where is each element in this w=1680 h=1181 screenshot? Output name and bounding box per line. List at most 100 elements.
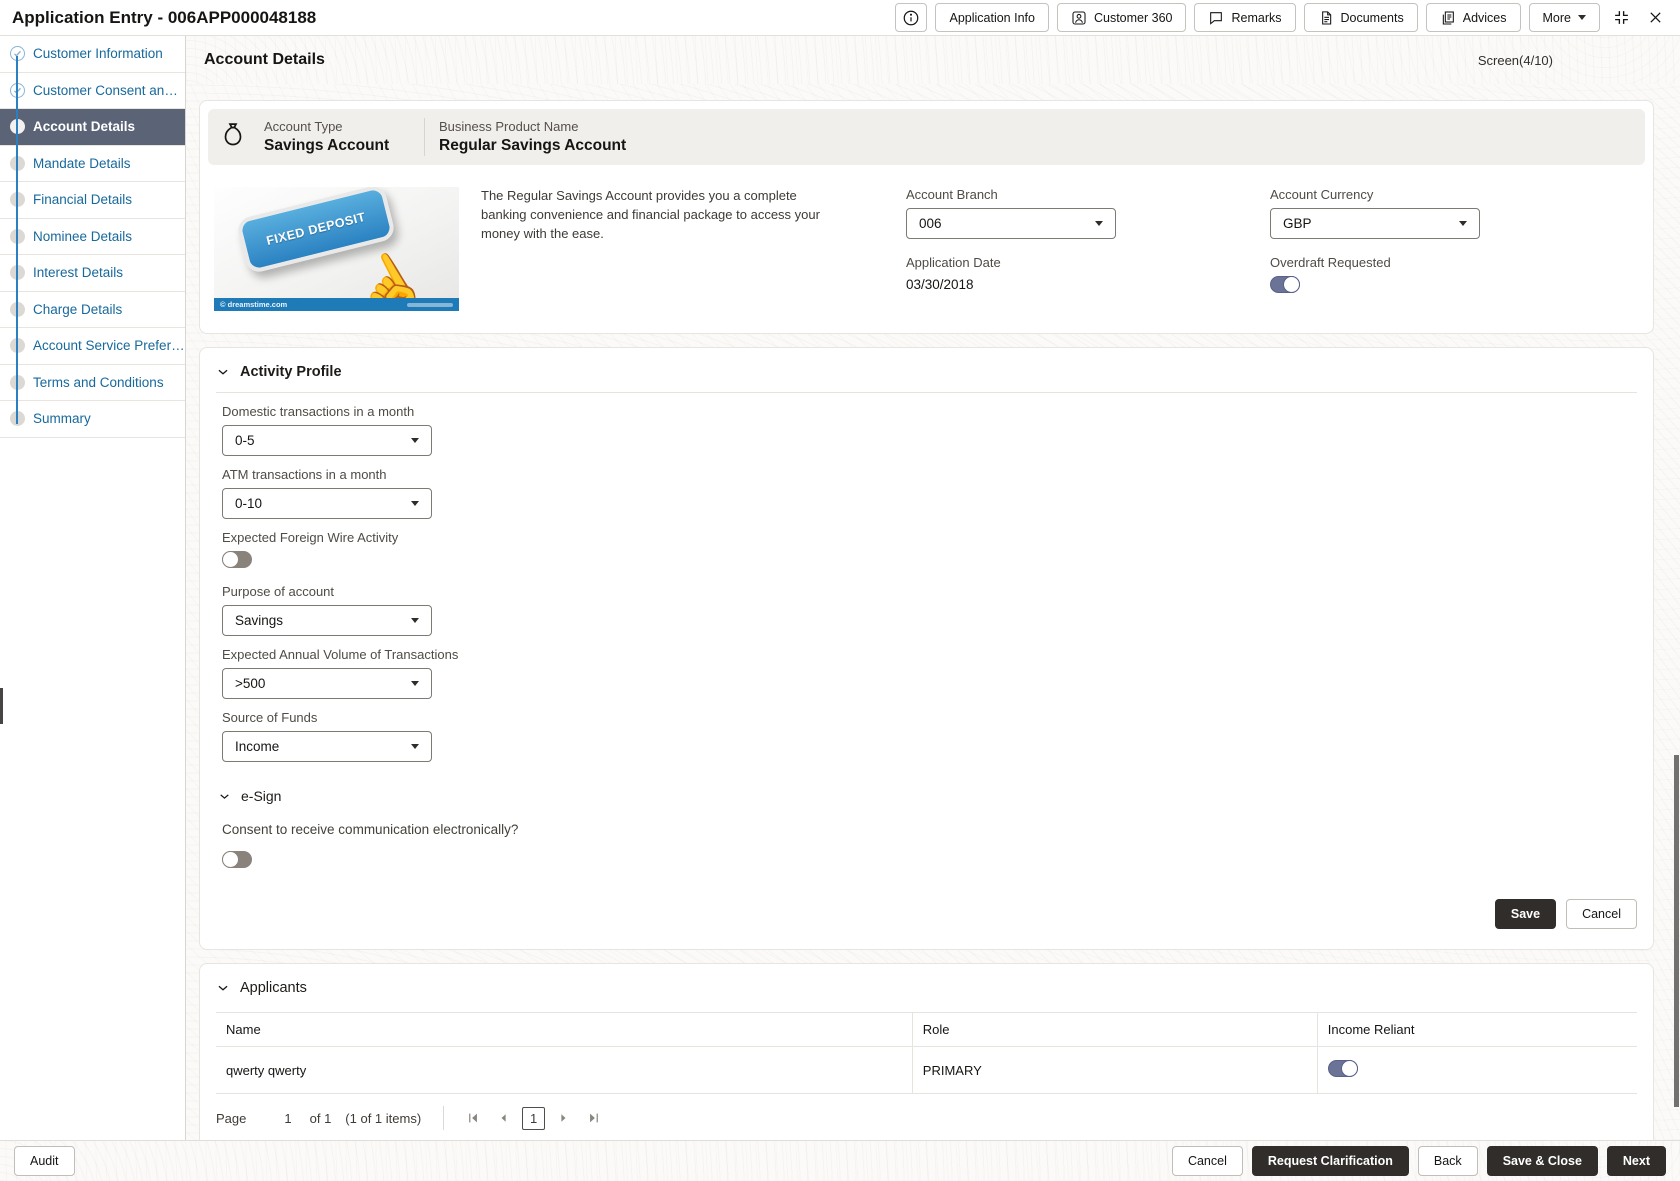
atm-transactions-label: ATM transactions in a month [222,467,387,482]
footer-cancel-button[interactable]: Cancel [1171,1146,1243,1176]
table-header-row: Name Role Income Reliant [216,1012,1637,1047]
customer-360-button[interactable]: Customer 360 [1056,3,1187,32]
request-clarification-button[interactable]: Request Clarification [1251,1146,1409,1176]
advices-label: Advices [1462,10,1507,25]
sidebar-item-summary[interactable]: Summary [0,401,185,438]
annual-volume-select[interactable]: >500 [222,668,432,699]
chevron-down-icon [218,790,231,803]
domestic-transactions-select[interactable]: 0-5 [222,425,432,456]
sidebar-item-customer-information[interactable]: Customer Information [0,36,185,73]
sidebar-scrollbar-thumb[interactable] [0,688,3,724]
sidebar-item-charge-details[interactable]: Charge Details [0,292,185,328]
page-title: Account Details [204,51,325,68]
column-header-role: Role [912,1012,1318,1047]
documents-button[interactable]: Documents [1303,3,1418,32]
application-info-button[interactable]: Application Info [935,3,1049,32]
sidebar-item-interest-details[interactable]: Interest Details [0,255,185,292]
applicants-title: Applicants [240,980,307,996]
account-branch-select[interactable]: 006 [906,208,1116,239]
first-page-icon[interactable] [462,1107,484,1129]
person-icon [1071,10,1087,26]
chevron-down-icon [1578,15,1586,20]
page-header: Account Details Screen(4/10) [186,36,1680,84]
remarks-button[interactable]: Remarks [1194,3,1296,32]
cancel-button[interactable]: Cancel [1566,899,1637,929]
audit-button[interactable]: Audit [14,1146,75,1176]
account-branch-value: 006 [919,216,942,231]
account-currency-select[interactable]: GBP [1270,208,1480,239]
purpose-of-account-select[interactable]: Savings [222,605,432,636]
applicant-role-cell: PRIMARY [912,1046,1318,1094]
activity-profile-section-header[interactable]: Activity Profile [216,364,1637,393]
annual-volume-label: Expected Annual Volume of Transactions [222,647,459,662]
watermark-text: © dreamstime.com [220,300,288,309]
divider [443,1106,445,1130]
sidebar-item-financial-details[interactable]: Financial Details [0,182,185,219]
business-product-name-value: Regular Savings Account [439,137,627,154]
annual-volume-field: Expected Annual Volume of Transactions >… [222,647,1637,699]
collapse-window-icon[interactable] [1608,5,1634,31]
fixed-deposit-text: FIXED DEPOSIT [264,209,367,248]
main-scrollbar [1672,36,1680,1140]
sidebar-item-nominee-details[interactable]: Nominee Details [0,219,185,255]
chevron-down-icon [411,618,419,623]
sidebar-item-label: Account Service Prefere ... [33,338,185,354]
previous-page-icon[interactable] [492,1107,514,1129]
close-icon[interactable] [1642,5,1668,31]
page-of-label: of 1 [309,1110,332,1126]
sidebar-item-label: Charge Details [33,301,123,317]
account-type-value: Savings Account [264,137,390,154]
account-currency-label: Account Currency [1270,187,1374,202]
main-scrollbar-thumb[interactable] [1674,755,1679,1107]
current-page-box[interactable]: 1 [522,1106,546,1130]
save-and-close-button[interactable]: Save & Close [1486,1146,1598,1176]
more-label: More [1542,10,1571,25]
sidebar-item-label: Summary [33,411,91,427]
info-button[interactable] [895,3,928,32]
chevron-down-icon [411,501,419,506]
sidebar-item-label: Interest Details [33,265,124,281]
esign-section-header[interactable]: e-Sign [218,788,1637,804]
sidebar-item-label: Nominee Details [33,228,133,244]
sidebar-item-label: Mandate Details [33,155,131,171]
overdraft-requested-toggle[interactable] [1270,276,1300,293]
chevron-down-icon [1095,221,1103,226]
advices-button[interactable]: Advices [1425,3,1521,32]
next-button[interactable]: Next [1606,1146,1666,1176]
last-page-icon[interactable] [583,1107,605,1129]
income-reliant-toggle[interactable] [1327,1060,1358,1077]
sidebar-item-account-details[interactable]: Account Details [0,109,185,146]
column-header-income-reliant: Income Reliant [1317,1012,1637,1047]
sidebar-item-terms-and-conditions[interactable]: Terms and Conditions [0,365,185,401]
sidebar-item-mandate-details[interactable]: Mandate Details [0,146,185,182]
chevron-down-icon [216,981,230,995]
save-button[interactable]: Save [1494,899,1557,929]
back-button[interactable]: Back [1417,1146,1478,1176]
atm-transactions-select[interactable]: 0-10 [222,488,432,519]
source-of-funds-value: Income [235,739,280,754]
foreign-wire-toggle[interactable] [222,551,252,568]
foreign-wire-field: Expected Foreign Wire Activity [222,530,1637,573]
purpose-of-account-label: Purpose of account [222,584,335,599]
chat-bubble-icon [1208,10,1224,26]
watermark-bar: © dreamstime.com [214,298,459,311]
overdraft-requested-field: Overdraft Requested [1270,255,1480,298]
info-icon [902,9,920,27]
chevron-down-icon [1459,221,1467,226]
consent-toggle[interactable] [222,851,252,868]
next-page-icon[interactable] [553,1107,575,1129]
application-date-label: Application Date [906,255,1001,270]
sidebar-item-customer-consent[interactable]: Customer Consent and ... [0,73,185,109]
applicant-income-reliant-cell [1317,1046,1637,1094]
pagination: Page 1 of 1 (1 of 1 items) 1 [216,1106,1637,1130]
account-branch-field: Account Branch 006 [906,187,1116,239]
sidebar-item-account-service-preferences[interactable]: Account Service Prefere ... [0,328,185,365]
more-button[interactable]: More [1528,3,1600,32]
product-stock-image: FIXED DEPOSIT ☝ © dreamstime.com [214,187,459,311]
applicants-section-header[interactable]: Applicants [216,980,1637,996]
source-of-funds-select[interactable]: Income [222,731,432,762]
window-titlebar: Application Entry - 006APP000048188 Appl… [0,0,1680,36]
source-of-funds-label: Source of Funds [222,710,318,725]
esign-title: e-Sign [241,788,282,804]
product-description: The Regular Savings Account provides you… [481,188,820,241]
